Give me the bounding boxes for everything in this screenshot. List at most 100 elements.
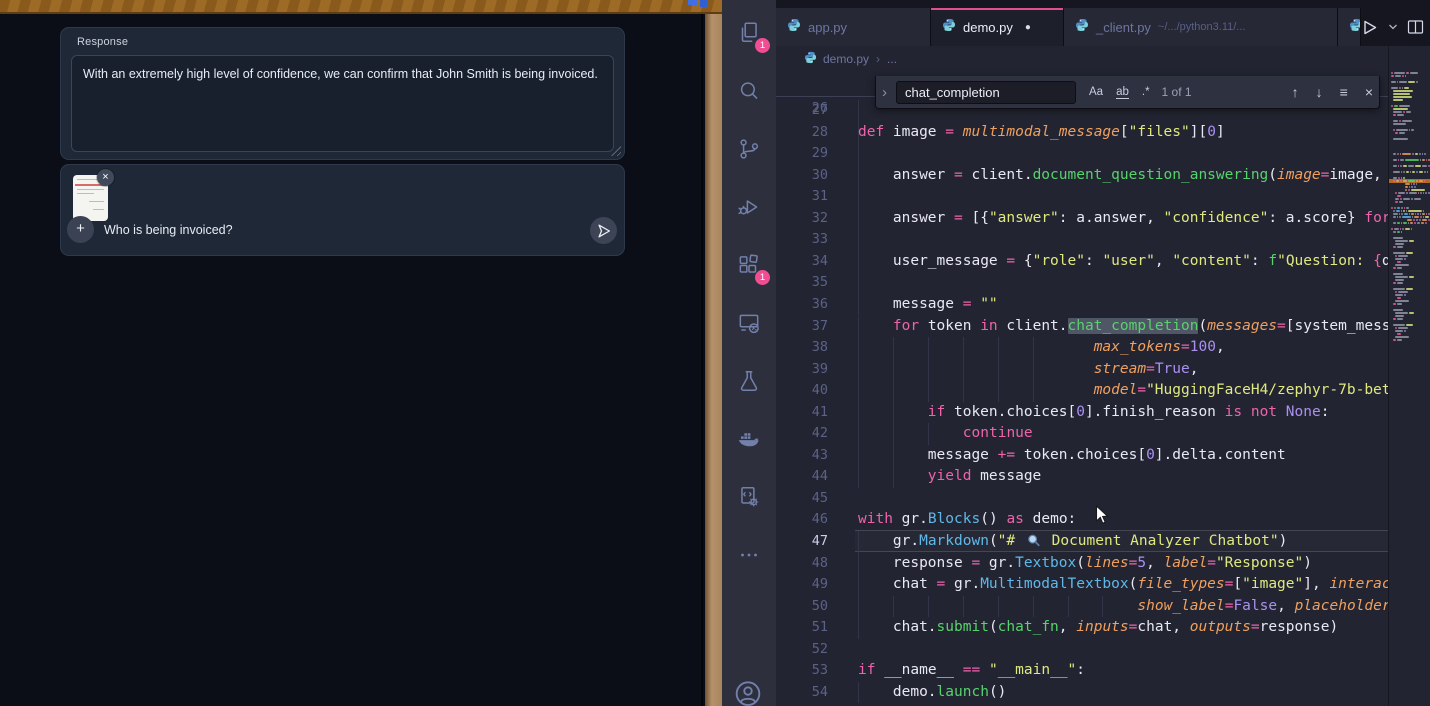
minimap-line (1401, 222, 1403, 224)
line-number: 46 (776, 509, 828, 531)
code-editor[interactable]: 2728image = multimodal_message["files"][… (776, 72, 1388, 706)
remove-attachment-button[interactable]: × (97, 169, 114, 186)
match-case-toggle[interactable]: Aa (1089, 86, 1103, 98)
line-number: 40 (776, 380, 828, 402)
code-line: 41if token.choices[0].finish_reason is n… (776, 402, 1388, 424)
toggle-replace-chevron-icon[interactable]: › (882, 84, 896, 101)
minimap-line (1398, 192, 1406, 194)
minimap-line (1402, 120, 1412, 122)
minimap-line (1393, 120, 1398, 122)
minimap-line (1395, 327, 1397, 329)
send-button[interactable] (590, 217, 617, 244)
minimap-line (1396, 129, 1408, 131)
minimap-line (1393, 171, 1400, 173)
minimap-line (1397, 153, 1399, 155)
minimap-line (1398, 255, 1408, 257)
tab-label: demo.py (963, 20, 1013, 35)
minimap-line (1403, 180, 1407, 182)
minimap-line (1420, 216, 1422, 218)
find-widget: › Aa ab .* 1 of 1 ↑ ↓ ≡ × (875, 76, 1380, 109)
minimap-line (1410, 72, 1418, 74)
multimodal-input-block: × + Who is being invoiced? (60, 164, 625, 256)
minimap-line (1403, 222, 1407, 224)
run-python-file-button[interactable] (1360, 18, 1379, 37)
run-dropdown-chevron-icon[interactable] (1388, 22, 1398, 32)
minimap-line (1395, 276, 1408, 278)
minimap-line (1420, 159, 1422, 161)
minimap-line (1406, 207, 1409, 209)
activity-item-remote-explorer[interactable] (732, 306, 766, 340)
minimap-line (1408, 210, 1422, 212)
previous-match-button[interactable]: ↑ (1292, 84, 1299, 100)
activity-item-extensions[interactable]: 1 (732, 248, 766, 282)
minimap-line (1403, 198, 1411, 200)
regex-toggle[interactable]: .* (1142, 86, 1150, 98)
activity-item-run-debug[interactable] (732, 190, 766, 224)
activity-item-docker[interactable] (732, 422, 766, 456)
code-line: 34user_message = {"role": "user", "conte… (776, 251, 1388, 273)
minimap-line (1393, 111, 1402, 113)
activity-item-tools[interactable] (732, 480, 766, 514)
minimap-line (1395, 300, 1409, 302)
breadcrumb-file[interactable]: demo.py (823, 52, 869, 66)
minimap-line (1409, 276, 1414, 278)
minimap-line (1397, 231, 1400, 233)
minimap-line (1395, 315, 1404, 317)
python-file-icon (1075, 18, 1089, 37)
minimap-line (1393, 309, 1403, 311)
tab-app.py[interactable]: app.py (776, 8, 931, 46)
activity-item-search[interactable] (732, 74, 766, 108)
minimap-line (1393, 273, 1403, 275)
minimap-line (1415, 213, 1417, 215)
find-in-selection-button[interactable]: ≡ (1340, 84, 1348, 100)
minimap-line (1402, 87, 1404, 89)
minimap-line (1411, 213, 1414, 215)
code-text: max_tokens=100, (858, 337, 1225, 359)
minimap-line (1424, 180, 1426, 182)
testing-icon (736, 368, 762, 394)
minimap-line (1397, 222, 1400, 224)
activity-item-more[interactable] (732, 538, 766, 572)
tab-_client.py[interactable]: _client.py~/.../python3.11/... (1064, 8, 1338, 46)
minimap-line (1414, 186, 1416, 188)
activity-item-source-control[interactable] (732, 132, 766, 166)
whole-word-toggle[interactable]: ab (1116, 86, 1129, 98)
minimap-line (1399, 87, 1401, 89)
vscode-window: 1 1 app.py demo.py ● _client.py~/.../python3… (722, 0, 1430, 706)
tools-icon (736, 484, 762, 510)
minimap-line (1393, 318, 1396, 320)
tab-demo.py[interactable]: demo.py ● (931, 8, 1064, 46)
breadcrumb-symbol[interactable]: ... (887, 52, 897, 66)
line-number: 51 (776, 617, 828, 639)
activity-item-account[interactable] (732, 679, 764, 706)
activity-item-testing[interactable] (732, 364, 766, 398)
minimap-line (1428, 192, 1430, 194)
thumb-detail (77, 193, 94, 194)
minimap-line (1405, 186, 1408, 188)
minimap-line (1397, 114, 1404, 116)
minimap-line (1406, 72, 1409, 74)
minimap-line (1393, 153, 1396, 155)
minimap-line (1422, 153, 1424, 155)
minimap-line (1395, 240, 1408, 242)
minimap-line (1420, 192, 1422, 194)
minimap-line (1393, 123, 1406, 125)
close-find-button[interactable]: × (1365, 84, 1373, 100)
breadcrumb: demo.py › ... (776, 46, 1430, 72)
minimap-line (1395, 75, 1401, 77)
minimap-line (1404, 330, 1406, 332)
add-attachment-button[interactable]: + (67, 216, 94, 243)
next-match-button[interactable]: ↓ (1316, 84, 1323, 100)
activity-item-explorer[interactable]: 1 (732, 16, 766, 50)
line-number: 34 (776, 251, 828, 273)
response-textarea[interactable]: With an extremely high level of confiden… (71, 55, 614, 152)
modified-dot-icon[interactable]: ● (1025, 22, 1031, 33)
chat-input-text[interactable]: Who is being invoiced? (104, 223, 233, 237)
minimap-line (1393, 138, 1408, 140)
find-input[interactable] (896, 81, 1076, 104)
minimap-line (1402, 153, 1411, 155)
split-editor-button[interactable] (1407, 19, 1424, 35)
minimap-line (1418, 192, 1420, 194)
line-number: 45 (776, 488, 828, 510)
minimap[interactable] (1388, 46, 1430, 706)
